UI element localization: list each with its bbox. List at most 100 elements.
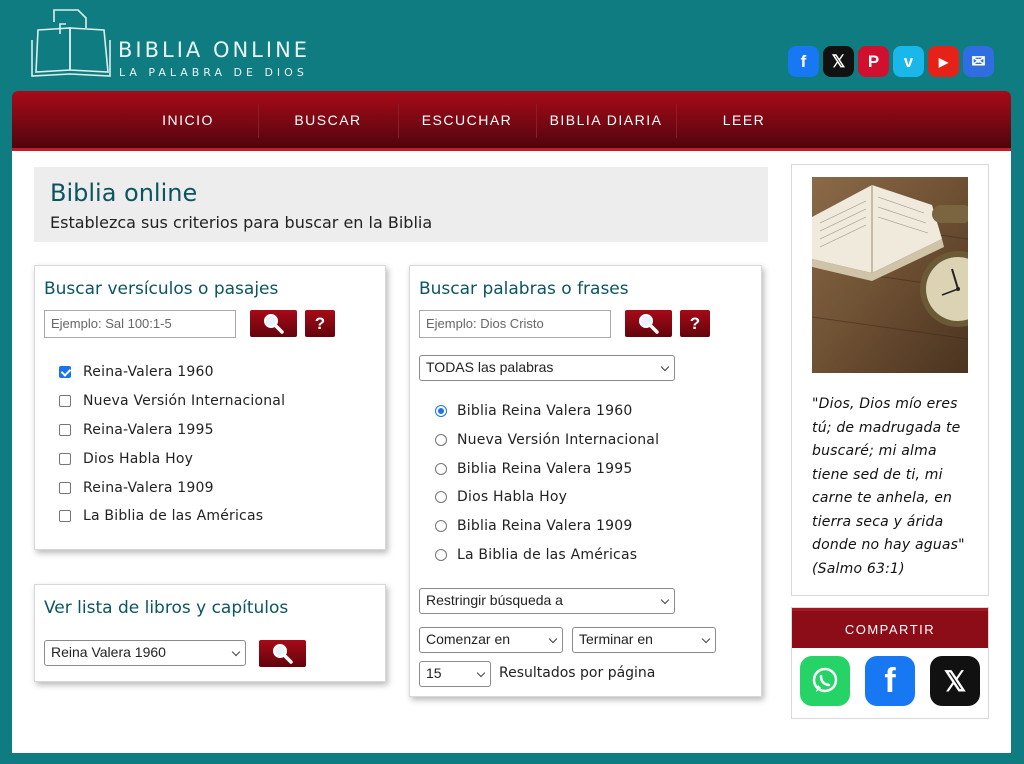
vimeo-icon[interactable]: v	[893, 46, 924, 77]
passage-search-title: Buscar versículos o pasajes	[44, 279, 279, 299]
whatsapp-icon[interactable]	[800, 656, 850, 706]
version-label: Reina-Valera 1909	[83, 480, 214, 496]
end-value: Terminar en	[579, 631, 653, 647]
nav-biblia-diaria[interactable]: BIBLIA DIARIA	[536, 91, 676, 149]
main-content: Biblia online Establezca sus criterios p…	[12, 151, 1011, 753]
books-version-value: Reina Valera 1960	[51, 644, 166, 660]
pinterest-icon[interactable]: P	[858, 46, 889, 77]
chevron-down-icon	[701, 634, 711, 644]
version-option[interactable]: Dios Habla Hoy	[59, 451, 193, 467]
nav-buscar[interactable]: BUSCAR	[258, 91, 398, 149]
restrict-value: Restringir búsqueda a	[426, 592, 563, 608]
passage-search-card: Buscar versículos o pasajes Ejemplo: Sal…	[34, 265, 386, 550]
main-nav: INICIO BUSCAR ESCUCHAR BIBLIA DIARIA LEE…	[12, 91, 1011, 151]
per-page-value: 15	[426, 665, 442, 681]
nav-escuchar[interactable]: ESCUCHAR	[398, 91, 536, 149]
version-label: Dios Habla Hoy	[83, 451, 194, 467]
magnifier-icon	[272, 643, 293, 664]
magnifier-icon	[638, 313, 659, 334]
site-logo[interactable]: BIBLIA ONLINE LA PALABRA DE DIOS	[30, 8, 330, 80]
word-mode-select[interactable]: TODAS las palabras	[419, 355, 675, 381]
version-radio[interactable]	[435, 405, 447, 417]
brand-title: BIBLIA ONLINE	[118, 38, 311, 62]
word-search-input[interactable]: Ejemplo: Dios Cristo	[419, 310, 611, 338]
version-label: Reina-Valera 1995	[83, 422, 214, 438]
books-list-card: Ver lista de libros y capítulos Reina Va…	[34, 584, 386, 682]
word-search-card: Buscar palabras o frases Ejemplo: Dios C…	[409, 265, 762, 697]
version-radio[interactable]	[435, 434, 447, 446]
word-mode-value: TODAS las palabras	[426, 359, 554, 375]
nav-inicio[interactable]: INICIO	[118, 91, 258, 149]
page-description: Establezca sus criterios para buscar en …	[50, 213, 433, 232]
books-version-select[interactable]: Reina Valera 1960	[44, 640, 246, 666]
word-version-option[interactable]: La Biblia de las Américas	[435, 547, 637, 563]
chevron-down-icon	[660, 595, 670, 605]
verse-quote: "Dios, Dios mío eres tú; de madrugada te…	[812, 396, 965, 577]
word-version-option[interactable]: Biblia Reina Valera 1960	[435, 403, 632, 419]
youtube-icon[interactable]: ▶	[928, 46, 959, 77]
word-help-button[interactable]: ?	[680, 310, 710, 337]
chevron-down-icon	[548, 634, 558, 644]
version-label: Biblia Reina Valera 1960	[457, 403, 633, 419]
passage-search-input[interactable]: Ejemplo: Sal 100:1-5	[44, 310, 236, 338]
x-icon[interactable]: 𝕏	[823, 46, 854, 77]
word-search-title: Buscar palabras o frases	[419, 279, 629, 299]
word-search-button[interactable]	[625, 310, 672, 337]
social-links: f 𝕏 P v ▶ ✉	[788, 46, 994, 77]
chevron-down-icon	[476, 668, 486, 678]
version-option[interactable]: La Biblia de las Américas	[59, 508, 263, 524]
end-select[interactable]: Terminar en	[572, 627, 716, 653]
version-option[interactable]: Reina-Valera 1960	[59, 364, 214, 380]
share-box: COMPARTIR f 𝕏	[791, 607, 989, 719]
books-search-button[interactable]	[259, 640, 306, 667]
version-label: Nueva Versión Internacional	[457, 432, 660, 448]
version-label: Biblia Reina Valera 1995	[457, 461, 633, 477]
page-title: Biblia online	[50, 179, 198, 207]
version-option[interactable]: Reina-Valera 1909	[59, 480, 214, 496]
per-page-select[interactable]: 15	[419, 661, 491, 687]
version-checkbox[interactable]	[59, 510, 71, 522]
version-radio[interactable]	[435, 520, 447, 532]
x-icon[interactable]: 𝕏	[930, 656, 980, 706]
email-icon[interactable]: ✉	[963, 46, 994, 77]
intro-box: Biblia online Establezca sus criterios p…	[34, 167, 768, 242]
version-checkbox[interactable]	[59, 366, 71, 378]
version-option[interactable]: Reina-Valera 1995	[59, 422, 214, 438]
version-label: La Biblia de las Américas	[83, 508, 264, 524]
brand-subtitle: LA PALABRA DE DIOS	[119, 66, 308, 79]
version-label: Dios Habla Hoy	[457, 489, 568, 505]
facebook-icon[interactable]: f	[788, 46, 819, 77]
version-checkbox[interactable]	[59, 453, 71, 465]
start-select[interactable]: Comenzar en	[419, 627, 563, 653]
book-logo-icon	[31, 9, 111, 77]
books-list-title: Ver lista de libros y capítulos	[44, 598, 289, 618]
version-radio[interactable]	[435, 549, 447, 561]
version-checkbox[interactable]	[59, 482, 71, 494]
word-version-option[interactable]: Biblia Reina Valera 1995	[435, 461, 632, 477]
version-radio[interactable]	[435, 463, 447, 475]
per-page-label: Resultados por página	[499, 665, 656, 681]
version-label: Nueva Versión Internacional	[83, 393, 286, 409]
facebook-icon[interactable]: f	[865, 656, 915, 706]
chevron-down-icon	[660, 362, 670, 372]
magnifier-icon	[263, 313, 284, 334]
version-option[interactable]: Nueva Versión Internacional	[59, 393, 285, 409]
version-checkbox[interactable]	[59, 395, 71, 407]
passage-search-button[interactable]	[250, 310, 297, 337]
version-radio[interactable]	[435, 491, 447, 503]
version-label: Biblia Reina Valera 1909	[457, 518, 633, 534]
bible-clock-image	[812, 177, 968, 373]
word-version-option[interactable]: Dios Habla Hoy	[435, 489, 567, 505]
word-version-option[interactable]: Biblia Reina Valera 1909	[435, 518, 632, 534]
chevron-down-icon	[231, 647, 241, 657]
verse-sidebar: "Dios, Dios mío eres tú; de madrugada te…	[791, 164, 989, 596]
restrict-select[interactable]: Restringir búsqueda a	[419, 588, 675, 614]
nav-leer[interactable]: LEER	[676, 91, 812, 149]
passage-help-button[interactable]: ?	[305, 310, 335, 337]
version-label: La Biblia de las Américas	[457, 547, 638, 563]
word-version-option[interactable]: Nueva Versión Internacional	[435, 432, 659, 448]
share-title: COMPARTIR	[792, 608, 988, 648]
version-label: Reina-Valera 1960	[83, 364, 214, 380]
version-checkbox[interactable]	[59, 424, 71, 436]
start-value: Comenzar en	[426, 631, 511, 647]
